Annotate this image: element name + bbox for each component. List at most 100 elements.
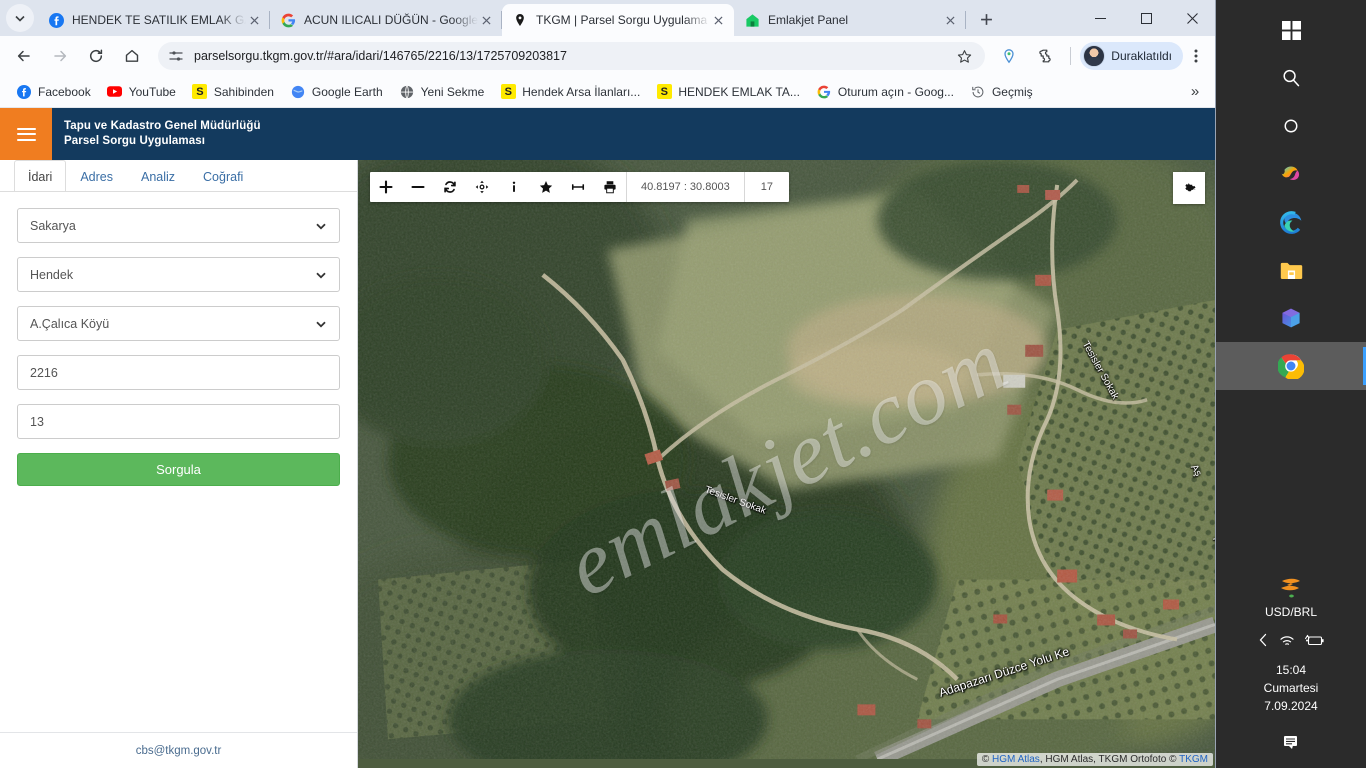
bookmark-item[interactable]: Oturum açın - Goog... (808, 80, 962, 104)
tab-analiz[interactable]: Analiz (127, 160, 189, 191)
close-icon[interactable] (478, 12, 494, 28)
close-icon[interactable] (246, 12, 262, 28)
chevron-down-icon (315, 269, 327, 281)
google-earth-icon (290, 84, 306, 100)
mahalle-select[interactable]: A.Çalıca Köyü (17, 306, 340, 341)
toolbar-actions: Duraklatıldı (991, 41, 1209, 71)
star-icon[interactable] (530, 172, 562, 202)
forward-arrow-icon[interactable] (45, 41, 75, 71)
bookmark-item[interactable]: Facebook (8, 80, 99, 104)
measure-icon[interactable] (562, 172, 594, 202)
copilot-button[interactable] (1216, 150, 1366, 198)
bookmark-label: Geçmiş (991, 84, 1033, 99)
map-coordinates: 40.8197 : 30.8003 (641, 181, 730, 193)
home-icon[interactable] (117, 41, 147, 71)
browser-tab[interactable]: Emlakjet Panel (734, 4, 966, 36)
info-icon[interactable] (498, 172, 530, 202)
zoom-in-icon[interactable] (370, 172, 402, 202)
map-zoom-level: 17 (760, 181, 773, 193)
contact-email-link[interactable]: cbs@tkgm.gov.tr (136, 745, 222, 757)
bookmark-item[interactable]: Google Earth (282, 80, 391, 104)
chevron-down-icon (15, 15, 25, 22)
pan-icon[interactable] (466, 172, 498, 202)
parsel-input[interactable]: 13 (17, 404, 340, 439)
print-icon[interactable] (594, 172, 626, 202)
new-tab-button[interactable] (972, 5, 1000, 33)
search-button[interactable] (1216, 54, 1366, 102)
hamburger-menu-icon[interactable] (0, 108, 52, 160)
address-bar[interactable]: parselsorgu.tkgm.gov.tr/#ara/idari/14676… (158, 42, 986, 70)
bookmark-item[interactable]: S Hendek Arsa İlanları... (492, 80, 648, 104)
profile-label: Duraklatıldı (1111, 49, 1172, 63)
start-button[interactable] (1216, 6, 1366, 54)
close-icon[interactable] (942, 12, 958, 28)
bookmarks-overflow-button[interactable]: » (1183, 80, 1207, 104)
profile-button[interactable]: Duraklatıldı (1080, 42, 1183, 70)
refresh-icon[interactable] (434, 172, 466, 202)
sorgula-button[interactable]: Sorgula (17, 453, 340, 486)
map-attribution: © HGM Atlas, HGM Atlas, TKGM Ortofoto © … (976, 753, 1213, 766)
browser-tab-active[interactable]: TKGM | Parsel Sorgu Uygulama (502, 4, 734, 36)
bookmark-item[interactable]: S HENDEK EMLAK TA... (648, 80, 808, 104)
tray-icons (1258, 633, 1324, 647)
tab-cografi[interactable]: Coğrafi (189, 160, 257, 191)
bookmark-item[interactable]: YouTube (99, 80, 184, 104)
il-select[interactable]: Sakarya (17, 208, 340, 243)
tab-title: ACUN ILICALI DÜĞÜN - Google (304, 13, 478, 27)
app-header: Tapu ve Kadastro Genel Müdürlüğü Parsel … (0, 108, 1215, 160)
wifi-icon[interactable] (1279, 633, 1295, 647)
ilce-value: Hendek (30, 267, 74, 282)
ada-input[interactable]: 2216 (17, 355, 340, 390)
extensions-puzzle-icon[interactable] (1030, 41, 1060, 71)
taskbar-icons (1216, 0, 1366, 390)
bookmark-item[interactable]: S Sahibinden (184, 80, 282, 104)
attribution-copyright-2: © (1169, 754, 1177, 765)
tab-search-button[interactable] (6, 4, 34, 32)
gear-icon[interactable] (1173, 172, 1205, 204)
task-view-button[interactable] (1216, 102, 1366, 150)
microsoft-365-button[interactable] (1216, 294, 1366, 342)
bookmark-label: Oturum açın - Goog... (837, 84, 954, 99)
window-controls (1077, 0, 1215, 36)
clock-time: 15:04 (1275, 663, 1307, 677)
ada-value: 2216 (30, 365, 58, 380)
attribution-tkgm-link[interactable]: TKGM (1179, 754, 1208, 765)
minimize-button[interactable] (1077, 2, 1123, 34)
taskbar-clock[interactable]: 15:04 Cumartesi 7.09.2024 (1264, 661, 1319, 715)
edge-button[interactable] (1216, 198, 1366, 246)
tab-strip: HENDEK TE SATILIK EMLAK GAY ACUN ILICALI… (0, 0, 1215, 36)
tab-adres[interactable]: Adres (66, 160, 127, 191)
zoom-out-icon[interactable] (402, 172, 434, 202)
kebab-menu-icon[interactable] (1183, 42, 1209, 70)
query-panel: İdari Adres Analiz Coğrafi Sakarya Hende… (0, 160, 358, 768)
reload-icon[interactable] (81, 41, 111, 71)
close-icon[interactable] (710, 12, 726, 28)
bookmark-item[interactable]: Geçmiş (962, 80, 1041, 104)
back-arrow-icon[interactable] (9, 41, 39, 71)
close-window-button[interactable] (1169, 2, 1215, 34)
chevron-left-icon[interactable] (1258, 633, 1269, 647)
app-body: İdari Adres Analiz Coğrafi Sakarya Hende… (0, 160, 1215, 768)
page-title: Tapu ve Kadastro Genel Müdürlüğü Parsel … (52, 108, 261, 160)
clock-date: 7.09.2024 (1264, 699, 1318, 713)
browser-tab[interactable]: ACUN ILICALI DÜĞÜN - Google (270, 4, 502, 36)
maximize-button[interactable] (1123, 2, 1169, 34)
tune-icon[interactable] (168, 48, 184, 64)
file-explorer-button[interactable] (1216, 246, 1366, 294)
page-viewport: Tapu ve Kadastro Genel Müdürlüğü Parsel … (0, 108, 1215, 768)
currency-widget[interactable]: USD/BRL (1265, 576, 1317, 619)
chrome-button[interactable] (1216, 342, 1366, 390)
bookmark-item[interactable]: Yeni Sekme (391, 80, 493, 104)
location-pin-icon[interactable] (994, 41, 1024, 71)
notifications-button[interactable] (1281, 733, 1301, 756)
map-view[interactable]: Aşağı Sokak Tesisler Sokak Tesisler Soka… (358, 160, 1215, 768)
browser-tab[interactable]: HENDEK TE SATILIK EMLAK GAY (38, 4, 270, 36)
ilce-select[interactable]: Hendek (17, 257, 340, 292)
history-clock-icon (970, 84, 986, 100)
windows-logo-icon (1281, 20, 1301, 40)
star-icon[interactable] (953, 45, 975, 67)
windows-taskbar: USD/BRL 15:04 Cumartesi 7.09.2024 (1216, 0, 1366, 768)
attribution-hgm-link[interactable]: HGM Atlas (992, 754, 1040, 765)
battery-charging-icon[interactable] (1305, 634, 1324, 647)
tab-idari[interactable]: İdari (14, 160, 67, 191)
